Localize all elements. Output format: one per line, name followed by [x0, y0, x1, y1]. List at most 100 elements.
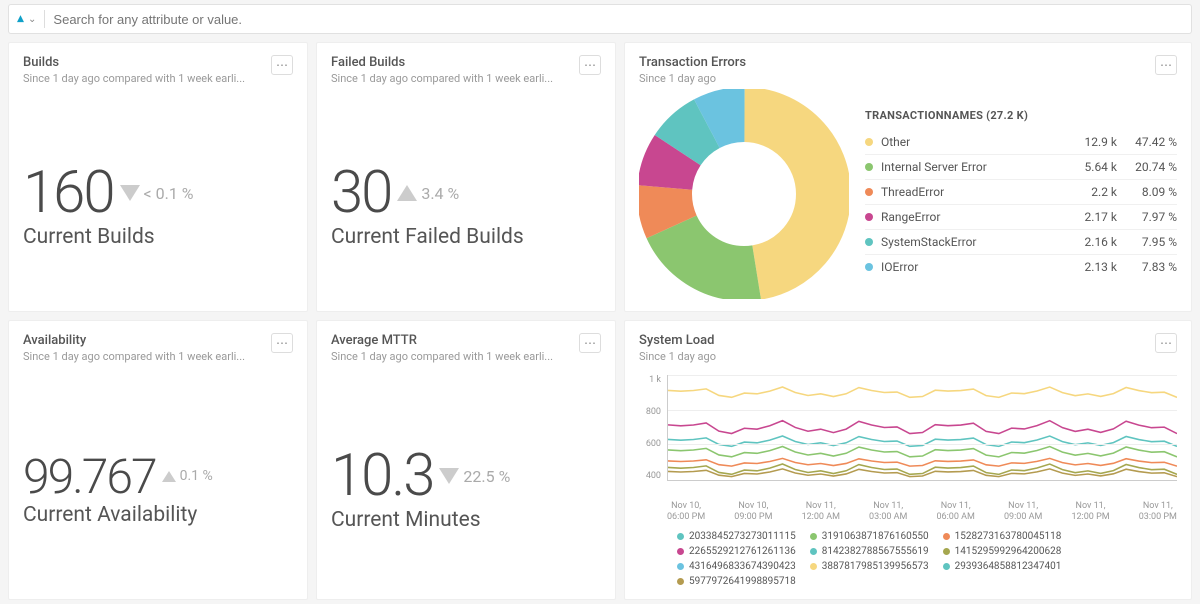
y-tick: 400 [639, 471, 661, 481]
kpi-label: Current Availability [23, 503, 293, 527]
trend-down-icon [439, 468, 459, 484]
series-legend-item[interactable]: 2033845273273011115 [677, 531, 796, 542]
search-input[interactable] [53, 12, 1183, 27]
kpi-value: 30 [331, 159, 391, 227]
x-tick: Nov 11,03:00 AM [869, 501, 907, 523]
card-mttr: Average MTTR Since 1 day ago compared wi… [316, 320, 616, 600]
y-tick: 600 [639, 439, 661, 449]
legend-pct: 7.95 % [1117, 235, 1177, 249]
kpi-label: Current Builds [23, 225, 293, 249]
legend-count: 5.64 k [1062, 160, 1117, 174]
trend-label: 3.4 % [421, 184, 459, 203]
series-legend-item[interactable]: 3191063871876160550 [810, 531, 929, 542]
card-subtitle: Since 1 day ago [639, 350, 716, 363]
series-legend-item[interactable]: 3887817985139956573 [810, 561, 929, 572]
legend-label: 2265529212761261136 [689, 546, 796, 557]
divider [44, 10, 45, 28]
x-tick: Nov 11,12:00 AM [802, 501, 840, 523]
card-subtitle: Since 1 day ago compared with 1 week ear… [23, 350, 245, 363]
dashboard-grid: Builds Since 1 day ago compared with 1 w… [0, 42, 1200, 600]
kpi-label: Current Failed Builds [331, 225, 601, 249]
legend-dot-icon [865, 163, 873, 171]
card-transaction-errors: Transaction Errors Since 1 day ago ⋯ TRA… [624, 42, 1192, 312]
trend-label: 0.1 % [180, 468, 213, 484]
x-tick: Nov 10,09:00 PM [734, 501, 772, 523]
legend-label: 5977972641998895718 [689, 576, 796, 587]
card-title: Availability [23, 333, 245, 348]
x-tick: Nov 11,12:00 PM [1071, 501, 1109, 523]
legend-pct: 8.09 % [1117, 185, 1177, 199]
trend-label: 22.5 % [463, 467, 510, 486]
series-legend-item[interactable]: 1415295992964200628 [943, 546, 1062, 557]
legend-label: 3191063871876160550 [822, 531, 929, 542]
legend-label: 4316496833674390423 [689, 561, 796, 572]
legend-name: IOError [881, 260, 1062, 274]
legend-dot-icon [677, 548, 684, 555]
legend-dot-icon [865, 213, 873, 221]
legend-label: 2033845273273011115 [689, 531, 796, 542]
tx-legend-row[interactable]: ThreadError2.2 k8.09 % [865, 180, 1177, 205]
series-legend-item[interactable]: 2939364858812347401 [943, 561, 1062, 572]
tx-legend: TRANSACTIONNAMES (27.2 K) Other12.9 k47.… [865, 109, 1177, 279]
x-tick: Nov 10,06:00 PM [667, 501, 705, 523]
legend-pct: 20.74 % [1117, 160, 1177, 174]
search-bar[interactable]: ▾ ⌄ [8, 4, 1192, 34]
card-title: Failed Builds [331, 55, 553, 70]
legend-dot-icon [810, 548, 817, 555]
series-legend-item[interactable]: 4316496833674390423 [677, 561, 796, 572]
legend-count: 2.13 k [1062, 260, 1117, 274]
trend-down-icon [120, 185, 140, 201]
legend-dot-icon [865, 138, 873, 146]
legend-count: 2.17 k [1062, 210, 1117, 224]
trend-up-icon [162, 471, 176, 482]
card-menu-button[interactable]: ⋯ [1155, 55, 1177, 75]
legend-dot-icon [865, 263, 873, 271]
tx-legend-row[interactable]: SystemStackError2.16 k7.95 % [865, 230, 1177, 255]
card-menu-button[interactable]: ⋯ [271, 333, 293, 353]
legend-label: 1415295992964200628 [955, 546, 1062, 557]
series-legend-item[interactable]: 8142382788567555619 [810, 546, 929, 557]
legend-count: 2.16 k [1062, 235, 1117, 249]
tx-legend-row[interactable]: Other12.9 k47.42 % [865, 130, 1177, 155]
y-tick: 1 k [639, 375, 661, 385]
kpi-value: 10.3 [331, 442, 433, 510]
card-availability: Availability Since 1 day ago compared wi… [8, 320, 308, 600]
legend-dot-icon [943, 533, 950, 540]
card-menu-button[interactable]: ⋯ [1155, 333, 1177, 353]
legend-label: 1528273163780045118 [955, 531, 1062, 542]
kpi-value: 99.767 [23, 448, 156, 505]
card-title: Builds [23, 55, 245, 70]
filter-icon[interactable]: ▾ [17, 11, 24, 27]
legend-name: SystemStackError [881, 235, 1062, 249]
card-builds: Builds Since 1 day ago compared with 1 w… [8, 42, 308, 312]
legend-label: 3887817985139956573 [822, 561, 929, 572]
legend-count: 12.9 k [1062, 135, 1117, 149]
series-legend-item[interactable]: 1528273163780045118 [943, 531, 1062, 542]
series-legend-item[interactable]: 5977972641998895718 [677, 576, 796, 587]
legend-dot-icon [865, 188, 873, 196]
donut-chart [639, 89, 849, 299]
legend-pct: 47.42 % [1117, 135, 1177, 149]
tx-legend-row[interactable]: Internal Server Error5.64 k20.74 % [865, 155, 1177, 180]
chevron-down-icon[interactable]: ⌄ [28, 14, 36, 25]
tx-legend-row[interactable]: IOError2.13 k7.83 % [865, 255, 1177, 279]
tx-legend-title: TRANSACTIONNAMES (27.2 K) [865, 109, 1177, 122]
legend-pct: 7.83 % [1117, 260, 1177, 274]
card-title: Average MTTR [331, 333, 553, 348]
legend-dot-icon [810, 533, 817, 540]
x-tick: Nov 11,03:00 PM [1139, 501, 1177, 523]
system-load-chart: 1 k800600400 [639, 375, 1177, 495]
card-failed-builds: Failed Builds Since 1 day ago compared w… [316, 42, 616, 312]
card-title: System Load [639, 333, 716, 348]
card-subtitle: Since 1 day ago compared with 1 week ear… [331, 350, 553, 363]
card-menu-button[interactable]: ⋯ [579, 55, 601, 75]
legend-dot-icon [677, 533, 684, 540]
kpi-value: 160 [23, 159, 114, 227]
legend-dot-icon [943, 548, 950, 555]
legend-dot-icon [810, 563, 817, 570]
card-menu-button[interactable]: ⋯ [271, 55, 293, 75]
series-legend-item[interactable]: 2265529212761261136 [677, 546, 796, 557]
tx-legend-row[interactable]: RangeError2.17 k7.97 % [865, 205, 1177, 230]
legend-name: Internal Server Error [881, 160, 1062, 174]
card-menu-button[interactable]: ⋯ [579, 333, 601, 353]
